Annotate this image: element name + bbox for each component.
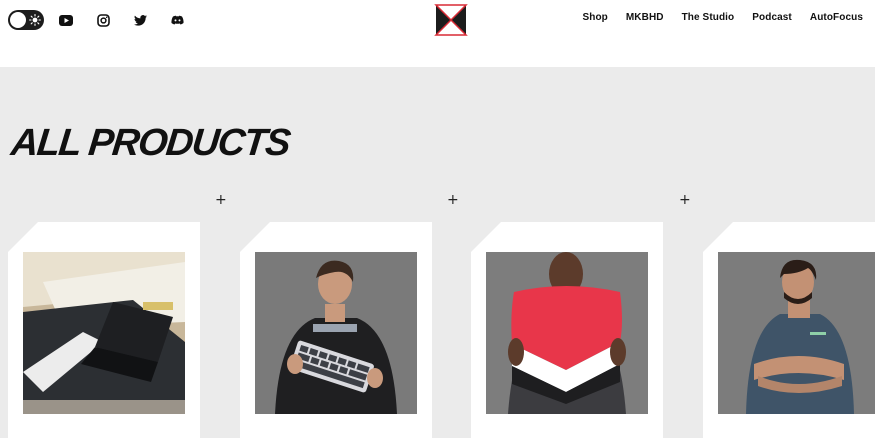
nav-shop[interactable]: Shop xyxy=(582,12,607,23)
nav-podcast[interactable]: Podcast xyxy=(752,12,792,23)
youtube-icon[interactable] xyxy=(58,12,74,28)
discord-icon[interactable] xyxy=(169,12,185,28)
twitter-icon[interactable] xyxy=(132,12,148,28)
product-card[interactable] xyxy=(471,222,663,438)
pillow-model-photo xyxy=(486,252,648,414)
laptop-deskmat-photo xyxy=(23,252,185,414)
keyboard-model-photo xyxy=(255,252,417,414)
mkbhd-logo[interactable] xyxy=(434,3,468,37)
nav-mkbhd[interactable]: MKBHD xyxy=(626,12,664,23)
theme-toggle[interactable] xyxy=(8,10,44,30)
sun-icon xyxy=(28,12,42,28)
plus-icon: + xyxy=(679,192,691,208)
site-header: Shop MKBHD The Studio Podcast AutoFocus xyxy=(0,0,875,67)
toggle-knob xyxy=(10,12,26,28)
main-nav: Shop MKBHD The Studio Podcast AutoFocus xyxy=(582,12,863,23)
nav-the-studio[interactable]: The Studio xyxy=(682,12,735,23)
product-card[interactable] xyxy=(240,222,432,438)
tshirt-model-photo xyxy=(718,252,875,414)
plus-icon: + xyxy=(447,192,459,208)
instagram-icon[interactable] xyxy=(95,12,111,28)
page-title: ALL PRODUCTS xyxy=(9,122,292,164)
plus-icon: + xyxy=(215,192,227,208)
nav-autofocus[interactable]: AutoFocus xyxy=(810,12,863,23)
product-card[interactable] xyxy=(703,222,875,438)
product-card[interactable] xyxy=(8,222,200,438)
